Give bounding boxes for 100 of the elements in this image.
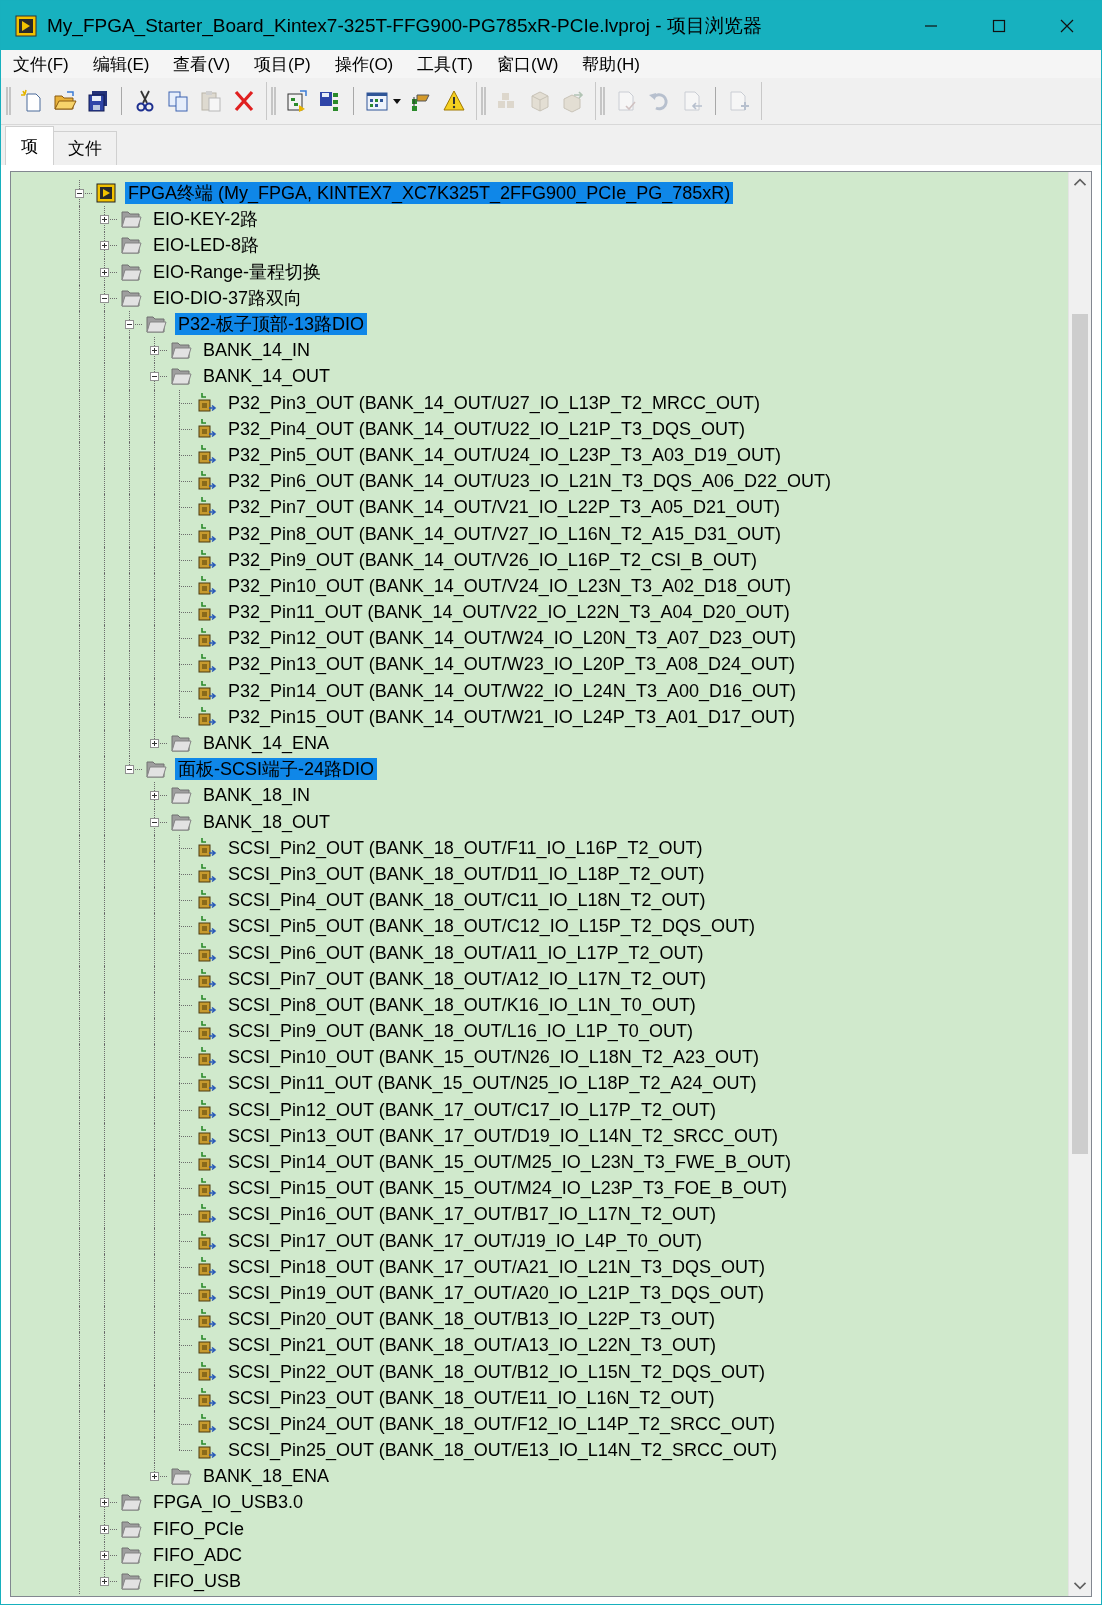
tree-item[interactable]: SCSI_Pin17_OUT (BANK_17_OUT/J19_IO_L4P_T0_OUT) [225,1229,705,1252]
tree-item[interactable]: SCSI_Pin21_OUT (BANK_18_OUT/A13_IO_L22N_T3_OUT) [225,1334,719,1357]
tree-item[interactable]: SCSI_Pin20_OUT (BANK_18_OUT/B13_IO_L22P_T3_OUT) [225,1308,718,1331]
menu-item[interactable]: 项目(P) [246,52,319,76]
tree-item[interactable]: EIO-KEY-2路 [150,208,262,231]
expander-icon[interactable] [100,1577,109,1587]
expander-icon[interactable] [150,739,159,749]
tree-item[interactable]: SCSI_Pin16_OUT (BANK_17_OUT/B17_IO_L17N_T2_OUT) [225,1203,719,1226]
tree-item[interactable]: P32_Pin6_OUT (BANK_14_OUT/U23_IO_L21N_T3_DQS_A06_D22_OUT) [225,470,834,493]
menu-item[interactable]: 帮助(H) [574,52,648,76]
expander-icon[interactable] [150,346,159,356]
close-icon[interactable] [1059,17,1075,34]
tree-item[interactable]: SCSI_Pin4_OUT (BANK_18_OUT/C11_IO_L18N_T2_OUT) [225,889,709,912]
toolbar-grip-icon[interactable] [480,86,488,116]
tree-item[interactable]: BANK_18_OUT [200,810,334,833]
tree-item[interactable]: BANK_14_ENA [200,732,333,755]
expander-icon[interactable] [150,817,159,827]
tree-item[interactable]: P32-板子顶部-13路DIO [175,313,368,336]
tree-item[interactable]: P32_Pin10_OUT (BANK_14_OUT/V24_IO_L23N_T3_A02_D18_OUT) [225,574,794,597]
tab[interactable]: 文件 [53,131,117,165]
menu-item[interactable]: 查看(V) [165,52,239,76]
tree-item[interactable]: P32_Pin11_OUT (BANK_14_OUT/V22_IO_L22N_T3_A04_D20_OUT) [225,601,793,624]
toolbar-grip-icon[interactable] [599,86,607,116]
tree-item[interactable]: SCSI_Pin8_OUT (BANK_18_OUT/K16_IO_L1N_T0_OUT) [225,993,699,1016]
tree-item[interactable]: SCSI_Pin7_OUT (BANK_18_OUT/A12_IO_L17N_T2_OUT) [225,967,709,990]
expander-icon[interactable] [100,1524,109,1534]
chip-arrow-icon [195,941,217,964]
expander-icon[interactable] [125,765,134,775]
tree-item[interactable]: SCSI_Pin2_OUT (BANK_18_OUT/F11_IO_L16P_T2_OUT) [225,836,706,859]
tree-item[interactable]: SCSI_Pin5_OUT (BANK_18_OUT/C12_IO_L15P_T2_DQS_OUT) [225,915,758,938]
expander-icon[interactable] [100,293,109,303]
tree-item[interactable]: SCSI_Pin18_OUT (BANK_17_OUT/A21_IO_L21N_T3_DQS_OUT) [225,1255,768,1278]
chip-arrow-icon [195,496,217,519]
tree-item[interactable]: FPGA终端 (My_FPGA, KINTEX7_XC7K325T_2FFG900_PCIe_PG_785xR) [125,182,734,205]
expander-icon[interactable] [100,267,109,277]
expander-icon[interactable] [100,1550,109,1560]
expander-icon[interactable] [100,241,109,251]
tree-item[interactable]: P32_Pin12_OUT (BANK_14_OUT/W24_IO_L20N_T3_A07_D23_OUT) [225,627,799,650]
tree-item[interactable]: FPGA_IO_USB3.0 [150,1491,307,1514]
tree-item[interactable]: BANK_14_IN [200,339,314,362]
tree-item[interactable]: BANK_18_ENA [200,1465,333,1488]
tree-item[interactable]: P32_Pin4_OUT (BANK_14_OUT/U22_IO_L21P_T3_DQS_OUT) [225,417,748,440]
tree-item[interactable]: SCSI_Pin14_OUT (BANK_15_OUT/M25_IO_L23N_T3_FWE_B_OUT) [225,1151,794,1174]
tree-item[interactable]: FIFO_USB [150,1570,244,1593]
tree-item[interactable]: FIFO_PCIe [150,1517,248,1540]
scrollbar-thumb[interactable] [1072,314,1088,1154]
tree-item[interactable]: SCSI_Pin25_OUT (BANK_18_OUT/E13_IO_L14N_T2_SRCC_OUT) [225,1439,780,1462]
tree-item[interactable]: P32_Pin3_OUT (BANK_14_OUT/U27_IO_L13P_T2_MRCC_OUT) [225,391,763,414]
chip-arrow-icon [195,862,217,885]
expander-icon[interactable] [150,1472,159,1482]
expander-icon[interactable] [125,320,134,330]
expander-icon[interactable] [150,791,159,801]
expander-icon[interactable] [150,372,159,382]
tree-item[interactable]: SCSI_Pin11_OUT (BANK_15_OUT/N25_IO_L18P_T2_A24_OUT) [225,1072,760,1095]
tree-item[interactable]: FIFO_ADC [150,1543,245,1566]
tree-item[interactable]: EIO-Range-量程切换 [150,260,325,283]
tree-item[interactable]: P32_Pin9_OUT (BANK_14_OUT/V26_IO_L16P_T2_CSI_B_OUT) [225,548,760,571]
menu-item[interactable]: 操作(O) [326,52,402,76]
tab[interactable]: 项 [5,126,54,165]
toolbar-grip-icon[interactable] [5,86,13,116]
chip-arrow-icon [195,1177,217,1200]
expander-icon[interactable] [100,1498,109,1508]
tree-item[interactable]: P32_Pin15_OUT (BANK_14_OUT/W21_IO_L24P_T3_A01_D17_OUT) [225,705,798,728]
folder-icon [170,1465,192,1488]
tree-item[interactable]: EIO-DIO-37路双向 [150,286,306,309]
expander-icon[interactable] [75,189,84,199]
menu-item[interactable]: 窗口(W) [489,52,567,76]
tree-item[interactable]: P32_Pin7_OUT (BANK_14_OUT/V21_IO_L22P_T3_A05_D21_OUT) [225,496,783,519]
maximize-icon[interactable] [991,17,1007,34]
tree-item[interactable]: BANK_18_IN [200,784,314,807]
tree-item[interactable]: SCSI_Pin12_OUT (BANK_17_OUT/C17_IO_L17P_T2_OUT) [225,1098,719,1121]
scrollbar[interactable] [1068,172,1091,1596]
expander-icon[interactable] [100,215,109,225]
window-title: My_FPGA_Starter_Board_Kintex7-325T-FFG900-PG785xR-PCIe.lvproj - 项目浏览器 [47,13,762,39]
chip-arrow-icon [195,1020,217,1043]
tree-item[interactable]: SCSI_Pin23_OUT (BANK_18_OUT/E11_IO_L16N_T2_OUT) [225,1386,718,1409]
tree-item[interactable]: P32_Pin13_OUT (BANK_14_OUT/W23_IO_L20P_T3_A08_D24_OUT) [225,653,798,676]
chip-arrow-icon [195,653,217,676]
tree-item[interactable]: SCSI_Pin24_OUT (BANK_18_OUT/F12_IO_L14P_T2_SRCC_OUT) [225,1412,778,1435]
tree-item[interactable]: P32_Pin8_OUT (BANK_14_OUT/V27_IO_L16N_T2_A15_D31_OUT) [225,522,784,545]
chip-arrow-icon [195,574,217,597]
tree-item[interactable]: SCSI_Pin9_OUT (BANK_18_OUT/L16_IO_L1P_T0_OUT) [225,1020,696,1043]
tree-item[interactable]: SCSI_Pin6_OUT (BANK_18_OUT/A11_IO_L17P_T2_OUT) [225,941,707,964]
folder-icon [145,758,167,781]
tree-item[interactable]: BANK_14_OUT [200,365,334,388]
tree-item[interactable]: SCSI_Pin22_OUT (BANK_18_OUT/B12_IO_L15N_T2_DQS_OUT) [225,1360,768,1383]
tree-item[interactable]: P32_Pin5_OUT (BANK_14_OUT/U24_IO_L23P_T3_A03_D19_OUT) [225,443,784,466]
tree-item[interactable]: SCSI_Pin13_OUT (BANK_17_OUT/D19_IO_L14N_T2_SRCC_OUT) [225,1124,781,1147]
tree-item[interactable]: EIO-LED-8路 [150,234,263,257]
toolbar-grip-icon[interactable] [270,86,278,116]
tree-item[interactable]: SCSI_Pin10_OUT (BANK_15_OUT/N26_IO_L18N_T2_A23_OUT) [225,1046,762,1069]
tree-item[interactable]: P32_Pin14_OUT (BANK_14_OUT/W22_IO_L24N_T3_A00_D16_OUT) [225,679,799,702]
tree-item[interactable]: SCSI_Pin3_OUT (BANK_18_OUT/D11_IO_L18P_T2_OUT) [225,862,708,885]
menu-item[interactable]: 文件(F) [5,52,77,76]
tree-item[interactable]: SCSI_Pin19_OUT (BANK_17_OUT/A20_IO_L21P_T3_DQS_OUT) [225,1281,767,1304]
menu-item[interactable]: 编辑(E) [84,52,158,76]
tree-item[interactable]: 面板-SCSI端子-24路DIO [175,758,378,781]
menu-item[interactable]: 工具(T) [409,52,481,76]
tree-item[interactable]: SCSI_Pin15_OUT (BANK_15_OUT/M24_IO_L23P_T3_FOE_B_OUT) [225,1177,790,1200]
app-icon [15,13,39,38]
